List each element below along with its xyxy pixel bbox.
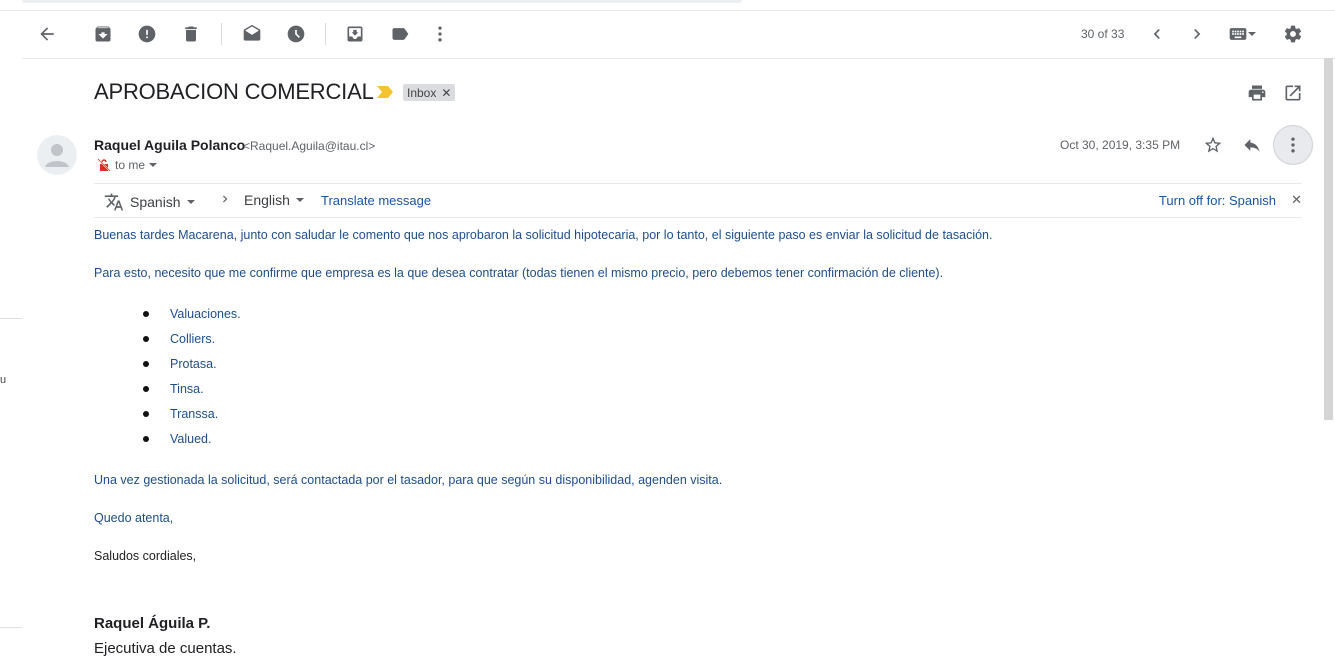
list-item: Valuaciones. xyxy=(140,306,241,331)
list-item: Colliers. xyxy=(140,331,241,356)
message-count: 30 of 33 xyxy=(1081,27,1125,41)
print-icon[interactable] xyxy=(1245,81,1269,105)
arrow-left-icon[interactable] xyxy=(36,23,58,45)
list-item: Protasa. xyxy=(140,356,241,381)
body-paragraph-2: Para esto, necesito que me confirme que … xyxy=(94,266,944,280)
top-strip xyxy=(22,0,742,3)
company-list: Valuaciones. Colliers. Protasa. Tinsa. T… xyxy=(140,306,241,456)
target-language-select[interactable]: English xyxy=(244,192,304,208)
source-language-select[interactable]: Spanish xyxy=(104,192,195,212)
body-greeting: Saludos cordiales, xyxy=(94,549,197,563)
gear-icon[interactable] xyxy=(1282,23,1304,45)
translate-icon xyxy=(104,193,124,211)
toolbar: 30 of 33 xyxy=(22,11,1335,59)
list-item: Valued. xyxy=(140,431,241,456)
reply-icon[interactable] xyxy=(1240,133,1264,157)
move-to-inbox-icon[interactable] xyxy=(344,23,366,45)
more-vert-icon xyxy=(1291,137,1295,153)
clock-icon[interactable] xyxy=(285,23,307,45)
sender-name[interactable]: Raquel Aguila Polanco xyxy=(94,137,245,153)
left-panel-divider xyxy=(0,318,22,319)
archive-icon[interactable] xyxy=(92,23,114,45)
turn-off-translate-link[interactable]: Turn off for: Spanish xyxy=(1159,193,1276,208)
recipient-line[interactable]: to me xyxy=(97,158,158,172)
inbox-label-chip: Inbox ✕ xyxy=(403,84,456,101)
keyboard-icon[interactable] xyxy=(1224,23,1260,45)
source-language-label: Spanish xyxy=(130,194,181,210)
email-date: Oct 30, 2019, 3:35 PM xyxy=(1060,138,1181,152)
chevron-down-icon xyxy=(295,198,304,202)
toolbar-separator xyxy=(325,23,326,45)
chevron-down-icon[interactable] xyxy=(149,163,158,167)
email-subject: APROBACION COMERCIAL xyxy=(94,79,374,104)
inbox-label-text: Inbox xyxy=(407,85,437,100)
body-paragraph-1: Buenas tardes Macarena, junto con saluda… xyxy=(94,228,993,242)
avatar[interactable] xyxy=(37,135,77,175)
close-icon[interactable]: ✕ xyxy=(441,86,451,100)
important-marker-icon[interactable] xyxy=(377,86,393,98)
signature-role: Ejecutiva de cuentas. xyxy=(94,640,237,657)
label-icon[interactable] xyxy=(389,23,411,45)
scrollbar[interactable] xyxy=(1324,58,1333,420)
toolbar-separator xyxy=(221,23,222,45)
left-panel-glyph: u xyxy=(0,374,7,386)
mark-unread-icon[interactable] xyxy=(241,23,263,45)
translate-bar: Spanish English Translate message Turn o… xyxy=(94,183,1302,218)
left-panel-divider-bottom xyxy=(0,627,22,628)
translate-message-link[interactable]: Translate message xyxy=(321,193,431,208)
chevron-right-icon xyxy=(218,192,232,206)
body-closing: Quedo atenta, xyxy=(94,511,174,525)
list-item: Transsa. xyxy=(140,406,241,431)
sender-email: <Raquel.Aguila@itau.cl> xyxy=(243,139,376,153)
more-vert-icon[interactable] xyxy=(429,23,451,45)
person-icon xyxy=(45,144,69,167)
body-paragraph-3: Una vez gestionada la solicitud, será co… xyxy=(94,473,723,487)
report-spam-icon[interactable] xyxy=(136,23,158,45)
chevron-right-icon[interactable] xyxy=(1186,23,1208,45)
close-icon[interactable]: ✕ xyxy=(1291,192,1302,208)
open-in-new-icon[interactable] xyxy=(1281,81,1305,105)
target-language-label: English xyxy=(244,192,290,208)
list-item: Tinsa. xyxy=(140,381,241,406)
signature-name: Raquel Águila P. xyxy=(94,615,211,632)
no-encryption-icon xyxy=(97,158,111,172)
chevron-down-icon xyxy=(1248,32,1256,36)
chevron-down-icon xyxy=(186,200,195,204)
star-icon[interactable] xyxy=(1201,133,1225,157)
trash-icon[interactable] xyxy=(180,23,202,45)
to-label: to me xyxy=(115,158,146,172)
chevron-left-icon[interactable] xyxy=(1146,23,1168,45)
message-more-button[interactable] xyxy=(1273,125,1313,165)
